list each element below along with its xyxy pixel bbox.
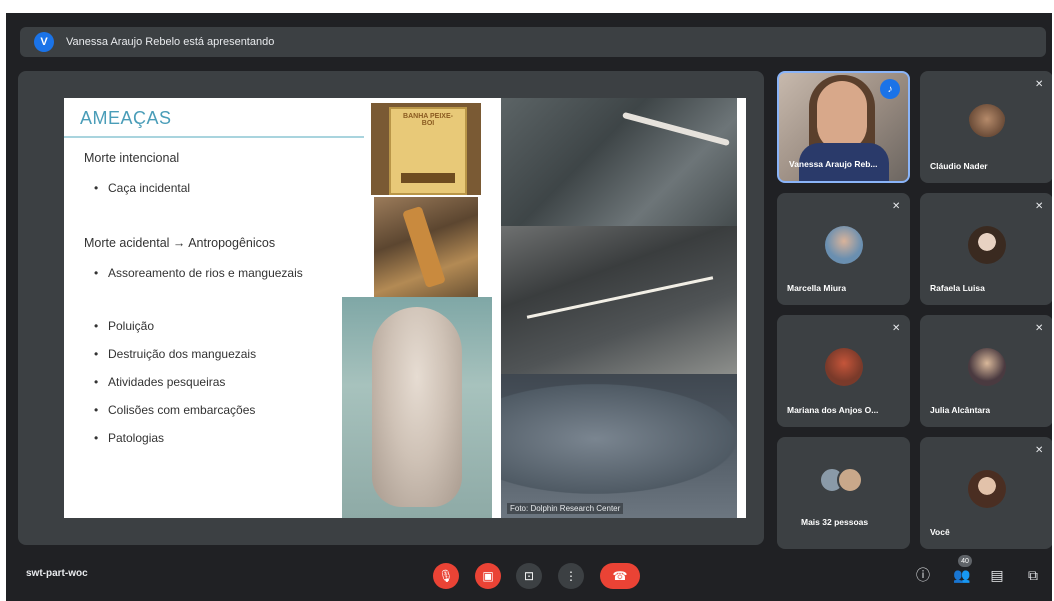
- meeting-code: swt-part-woc: [26, 568, 88, 579]
- participant-name: Rafaela Luisa: [930, 283, 985, 293]
- participant-name: Você: [930, 527, 950, 537]
- slide-bullet: Poluição: [94, 318, 154, 334]
- avatar: [824, 225, 863, 264]
- presenting-banner: V Vanessa Araujo Rebelo está apresentand…: [20, 27, 1046, 57]
- participant-name: Mais 32 pessoas: [801, 517, 869, 527]
- camera-toggle-button[interactable]: ▣: [475, 563, 501, 589]
- slide-bullet: Patologias: [94, 430, 164, 446]
- photo-bottle: [374, 197, 478, 297]
- more-options-button[interactable]: ⋮: [558, 563, 584, 589]
- more-vert-icon: ⋮: [565, 569, 577, 583]
- avatar: [967, 469, 1006, 508]
- participant-tile-marcella[interactable]: ✕ Marcella Miura: [777, 193, 910, 305]
- photo-banha-book: BANHA PEIXE-BOI: [371, 103, 481, 195]
- participant-name: Julia Alcântara: [930, 405, 991, 415]
- mic-off-icon: ✕: [892, 201, 901, 212]
- participant-tile-more[interactable]: Mais 32 pessoas: [777, 437, 910, 549]
- info-icon: ⓘ: [916, 567, 930, 583]
- participant-tile-self[interactable]: ✕ Você: [920, 437, 1052, 549]
- participant-name: Marcella Miura: [787, 283, 847, 293]
- slide: AMEAÇAS Morte intencional Caça incidenta…: [64, 98, 746, 518]
- avatar: [967, 103, 1006, 142]
- mic-off-icon: ✕: [892, 323, 901, 334]
- presenter-avatar: V: [34, 32, 54, 52]
- photo-manatee-rope: [501, 98, 737, 226]
- slide-title-rule: [64, 136, 364, 138]
- participant-tile-mariana[interactable]: ✕ Mariana dos Anjos O...: [777, 315, 910, 427]
- people-button[interactable]: 👥: [953, 566, 971, 584]
- present-screen-icon: ⊡: [523, 569, 535, 583]
- book-cover-text: BANHA PEIXE-BOI: [403, 113, 453, 127]
- present-now-button[interactable]: ⊡: [516, 563, 542, 589]
- participant-tile-julia[interactable]: ✕ Julia Alcântara: [920, 315, 1052, 427]
- slide-heading: Morte acidental → Antropogênicos: [84, 236, 276, 250]
- photo-manatee-calf: Foto: Dolphin Research Center: [501, 374, 737, 518]
- mic-off-icon: ✕: [1035, 201, 1044, 212]
- photo-manatee-underwater: [342, 297, 492, 518]
- meet-window: V Vanessa Araujo Rebelo está apresentand…: [6, 13, 1052, 601]
- presenting-text: Vanessa Araujo Rebelo está apresentando: [66, 36, 275, 48]
- mic-toggle-button[interactable]: 🎙: [433, 563, 459, 589]
- slide-bullet: Atividades pesqueiras: [94, 374, 225, 390]
- mic-off-icon: ✕: [1035, 445, 1044, 456]
- photo-caption: Foto: Dolphin Research Center: [507, 503, 624, 514]
- camera-off-icon: ▣: [482, 569, 494, 583]
- slide-title: AMEAÇAS: [80, 108, 172, 128]
- mic-off-icon: ✕: [1035, 323, 1044, 334]
- activities-button[interactable]: ⧉: [1024, 566, 1042, 584]
- meeting-details-button[interactable]: ⓘ: [914, 566, 932, 584]
- mic-off-icon: ✕: [1035, 79, 1044, 90]
- participant-name: Mariana dos Anjos O...: [787, 405, 879, 415]
- photo-manatee-scars: [501, 226, 737, 374]
- slide-bullet: Colisões com embarcações: [94, 402, 255, 418]
- participant-tile-claudio[interactable]: ✕ Cláudio Nader: [920, 71, 1052, 183]
- participant-tile-vanessa[interactable]: ♪ Vanessa Araujo Reb...: [777, 71, 910, 183]
- mic-off-icon: 🎙: [438, 569, 454, 583]
- people-icon: 👥: [953, 566, 971, 583]
- avatar: [824, 347, 863, 386]
- participant-tile-rafaela[interactable]: ✕ Rafaela Luisa: [920, 193, 1052, 305]
- call-end-icon: ☎: [612, 569, 628, 583]
- slide-bullet: Destruição dos manguezais: [94, 346, 256, 362]
- leave-call-button[interactable]: ☎: [600, 563, 640, 589]
- slide-bullet: Caça incidental: [94, 180, 190, 196]
- chat-icon: ▤: [990, 566, 1004, 583]
- activities-icon: ⧉: [1028, 566, 1038, 583]
- participant-name: Cláudio Nader: [930, 161, 988, 171]
- avatar: [967, 347, 1006, 386]
- slide-bullet: Assoreamento de rios e manguezais: [94, 265, 308, 281]
- speaking-icon: ♪: [880, 79, 900, 99]
- avatar: [967, 225, 1006, 264]
- presentation-tile[interactable]: AMEAÇAS Morte intencional Caça incidenta…: [18, 71, 764, 545]
- participant-name: Vanessa Araujo Reb...: [789, 159, 878, 169]
- slide-heading: Morte intencional: [84, 151, 180, 165]
- chat-button[interactable]: ▤: [988, 566, 1006, 584]
